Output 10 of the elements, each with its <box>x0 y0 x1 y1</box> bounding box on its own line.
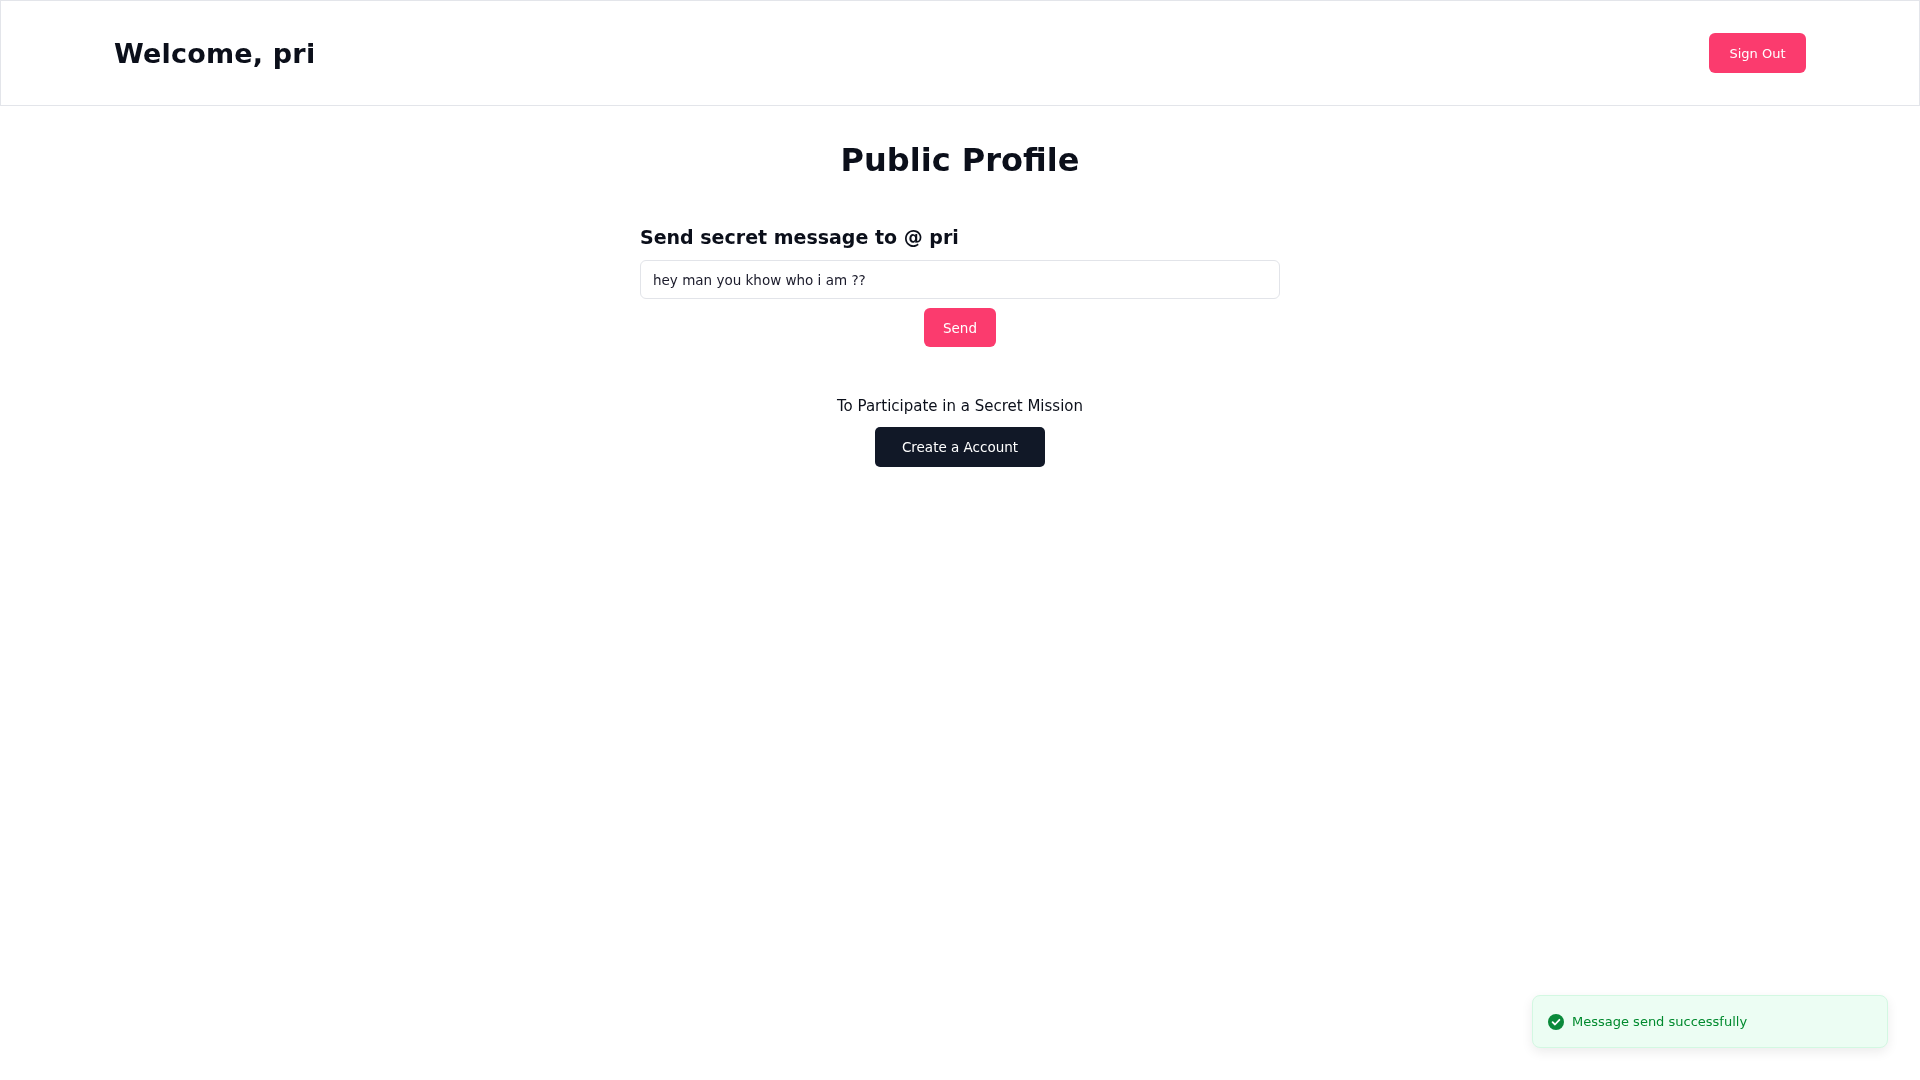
check-circle-icon <box>1548 1013 1564 1030</box>
welcome-heading: Welcome, pri <box>114 37 316 69</box>
message-input-field[interactable]: hey man you khow who i am ?? <box>640 260 1280 299</box>
message-label: Send secret message to @ pri <box>640 225 959 250</box>
secret-mission-text: To Participate in a Secret Mission <box>836 396 1084 416</box>
create-account-button[interactable]: Create a Account <box>875 427 1045 467</box>
sign-out-button[interactable]: Sign Out <box>1709 33 1806 73</box>
toast-message: Message send successfully <box>1572 1014 1748 1029</box>
send-button[interactable]: Send <box>924 308 996 347</box>
page-title: Public Profile <box>840 140 1080 181</box>
